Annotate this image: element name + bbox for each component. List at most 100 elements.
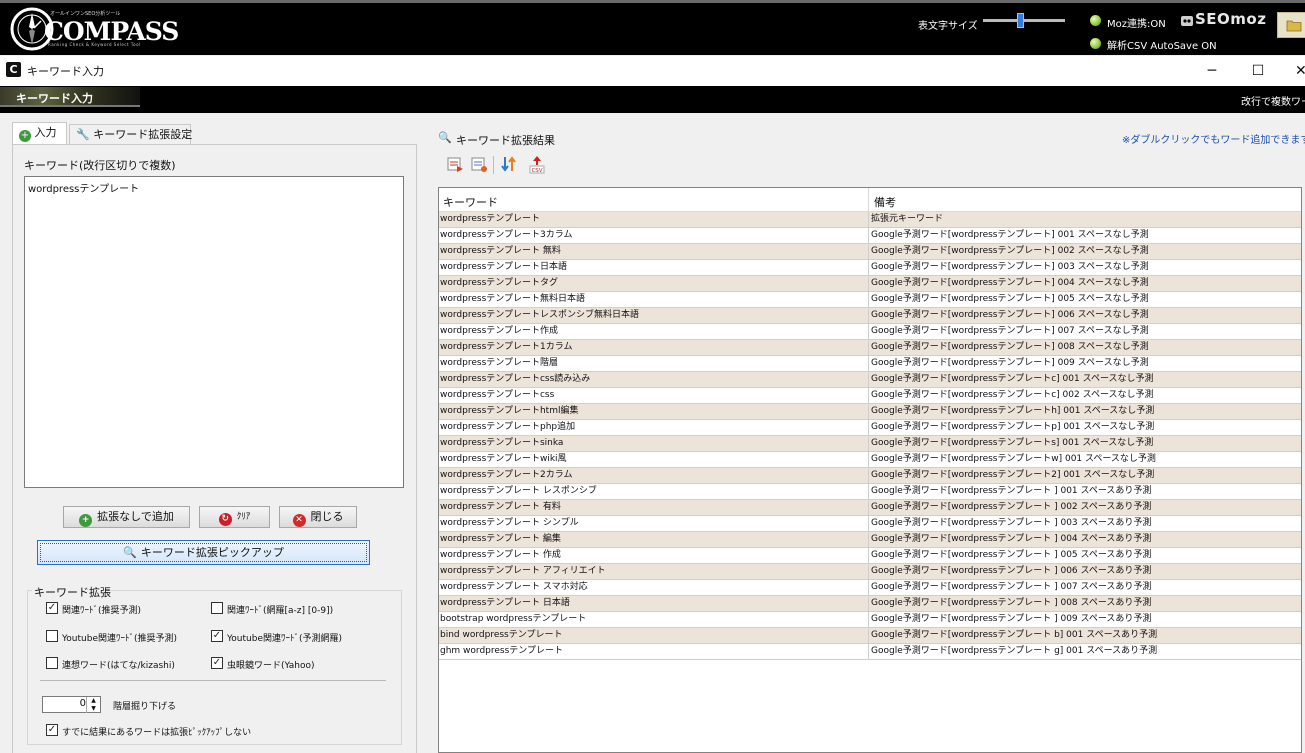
column-header-keyword[interactable]: キーワード — [443, 194, 498, 210]
table-row[interactable]: wordpressテンプレート 編集 Google予測ワード[wordpressテ… — [439, 532, 1301, 548]
font-size-slider[interactable] — [983, 19, 1065, 22]
add-all-icon[interactable] — [469, 154, 489, 174]
cell-note[interactable]: Google予測ワード[wordpressテンプレート] 008 スペースなし予… — [869, 340, 1301, 355]
cell-note[interactable]: Google予測ワード[wordpressテンプレート ] 001 スペースあり… — [869, 484, 1301, 499]
cell-note[interactable]: Google予測ワード[wordpressテンプレート] 004 スペースなし予… — [869, 276, 1301, 291]
cell-keyword[interactable]: wordpressテンプレート無料日本語 — [439, 292, 869, 307]
cell-note[interactable]: Google予測ワード[wordpressテンプレートs] 001 スペースなし… — [869, 436, 1301, 451]
skip-existing-checkbox[interactable]: ✓ — [46, 724, 58, 736]
table-row[interactable]: wordpressテンプレート2カラム Google予測ワード[wordpress… — [439, 468, 1301, 484]
cell-keyword[interactable]: wordpressテンプレート 日本語 — [439, 596, 869, 611]
cell-note[interactable]: Google予測ワード[wordpressテンプレート ] 005 スペースあり… — [869, 548, 1301, 563]
cell-keyword[interactable]: wordpressテンプレートsinka — [439, 436, 869, 451]
table-row[interactable]: wordpressテンプレートphp追加 Google予測ワード[wordpres… — [439, 420, 1301, 436]
cell-note[interactable]: Google予測ワード[wordpressテンプレート] 007 スペースなし予… — [869, 324, 1301, 339]
table-row[interactable]: wordpressテンプレート階層 Google予測ワード[wordpressテン… — [439, 356, 1301, 372]
table-row[interactable]: wordpressテンプレートcss Google予測ワード[wordpressテ… — [439, 388, 1301, 404]
cell-note[interactable]: Google予測ワード[wordpressテンプレート] 001 スペースなし予… — [869, 228, 1301, 243]
table-row[interactable]: wordpressテンプレートタグ Google予測ワード[wordpressテン… — [439, 276, 1301, 292]
cell-note[interactable]: Google予測ワード[wordpressテンプレートw] 001 スペースなし… — [869, 452, 1301, 467]
table-row[interactable]: wordpressテンプレート1カラム Google予測ワード[wordpress… — [439, 340, 1301, 356]
cell-keyword[interactable]: wordpressテンプレートcss読み込み — [439, 372, 869, 387]
table-row[interactable]: wordpressテンプレート 日本語 Google予測ワード[wordpress… — [439, 596, 1301, 612]
cell-keyword[interactable]: wordpressテンプレートcss — [439, 388, 869, 403]
table-row[interactable]: ghm wordpressテンプレート Google予測ワード[wordpress… — [439, 644, 1301, 660]
table-row[interactable]: wordpressテンプレート無料日本語 Google予測ワード[wordpres… — [439, 292, 1301, 308]
cell-note[interactable]: Google予測ワード[wordpressテンプレートc] 002 スペースなし… — [869, 388, 1301, 403]
table-row[interactable]: wordpressテンプレート 無料 Google予測ワード[wordpressテ… — [439, 244, 1301, 260]
cell-note[interactable]: Google予測ワード[wordpressテンプレート ] 002 スペースあり… — [869, 500, 1301, 515]
cell-note[interactable]: Google予測ワード[wordpressテンプレート ] 009 スペースあり… — [869, 612, 1301, 627]
keyword-textarea[interactable] — [24, 176, 404, 488]
table-row[interactable]: wordpressテンプレート作成 Google予測ワード[wordpressテン… — [439, 324, 1301, 340]
cell-keyword[interactable]: wordpressテンプレートphp追加 — [439, 420, 869, 435]
folder-button[interactable] — [1277, 12, 1305, 38]
cell-note[interactable]: Google予測ワード[wordpressテンプレート g] 001 スペースあ… — [869, 644, 1301, 659]
cell-note[interactable]: 拡張元キーワード — [869, 212, 1301, 227]
cell-note[interactable]: Google予測ワード[wordpressテンプレート] 002 スペースなし予… — [869, 244, 1301, 259]
cell-note[interactable]: Google予測ワード[wordpressテンプレート] 006 スペースなし予… — [869, 308, 1301, 323]
cell-note[interactable]: Google予測ワード[wordpressテンプレート ] 008 スペースあり… — [869, 596, 1301, 611]
table-row[interactable]: wordpressテンプレート日本語 Google予測ワード[wordpressテ… — [439, 260, 1301, 276]
cell-keyword[interactable]: wordpressテンプレート レスポンシブ — [439, 484, 869, 499]
cell-keyword[interactable]: wordpressテンプレート スマホ対応 — [439, 580, 869, 595]
option-youtube-exhaustive-checkbox[interactable]: ✓ — [211, 630, 223, 642]
maximize-button[interactable]: ☐ — [1235, 56, 1281, 86]
table-row[interactable]: wordpressテンプレートレスポンシブ無料日本語 Google予測ワード[wo… — [439, 308, 1301, 324]
table-row[interactable]: wordpressテンプレート 作成 Google予測ワード[wordpressテ… — [439, 548, 1301, 564]
tab-keyword-expand-settings[interactable]: 🔧 キーワード拡張設定 — [69, 124, 192, 144]
cell-keyword[interactable]: wordpressテンプレートタグ — [439, 276, 869, 291]
table-row[interactable]: wordpressテンプレート レスポンシブ Google予測ワード[wordpr… — [439, 484, 1301, 500]
minimize-button[interactable]: ─ — [1189, 56, 1235, 86]
spinner-down-icon[interactable]: ▼ — [86, 705, 100, 713]
tab-input[interactable]: + 入力 — [12, 122, 67, 145]
cell-keyword[interactable]: wordpressテンプレート日本語 — [439, 260, 869, 275]
cell-keyword[interactable]: wordpressテンプレート3カラム — [439, 228, 869, 243]
option-related-recommend-checkbox[interactable]: ✓ — [46, 602, 58, 614]
cell-keyword[interactable]: bootstrap wordpressテンプレート — [439, 612, 869, 627]
font-size-slider-thumb[interactable] — [1016, 13, 1024, 28]
cell-keyword[interactable]: wordpressテンプレート作成 — [439, 324, 869, 339]
table-row[interactable]: wordpressテンプレートsinka Google予測ワード[wordpres… — [439, 436, 1301, 452]
cell-keyword[interactable]: wordpressテンプレート 無料 — [439, 244, 869, 259]
close-button[interactable]: ✕ 閉じる — [279, 506, 357, 528]
table-row[interactable]: bootstrap wordpressテンプレート Google予測ワード[wor… — [439, 612, 1301, 628]
table-row[interactable]: wordpressテンプレート シンプル Google予測ワード[wordpres… — [439, 516, 1301, 532]
cell-keyword[interactable]: wordpressテンプレート — [439, 212, 869, 227]
cell-note[interactable]: Google予測ワード[wordpressテンプレート] 009 スペースなし予… — [869, 356, 1301, 371]
close-window-button[interactable]: ✕ — [1281, 56, 1305, 86]
cell-keyword[interactable]: bind wordpressテンプレート — [439, 628, 869, 643]
cell-keyword[interactable]: wordpressテンプレート 有料 — [439, 500, 869, 515]
option-yahoo-magnifier-checkbox[interactable]: ✓ — [211, 657, 223, 669]
cell-keyword[interactable]: wordpressテンプレート1カラム — [439, 340, 869, 355]
cell-keyword[interactable]: ghm wordpressテンプレート — [439, 644, 869, 659]
cell-keyword[interactable]: wordpressテンプレート階層 — [439, 356, 869, 371]
cell-note[interactable]: Google予測ワード[wordpressテンプレート ] 007 スペースあり… — [869, 580, 1301, 595]
cell-note[interactable]: Google予測ワード[wordpressテンプレート2] 001 スペースなし… — [869, 468, 1301, 483]
keyword-expand-pickup-button[interactable]: 🔍 キーワード拡張ピックアップ — [37, 540, 370, 565]
cell-note[interactable]: Google予測ワード[wordpressテンプレートh] 001 スペースなし… — [869, 404, 1301, 419]
table-row[interactable]: wordpressテンプレートwiki風 Google予測ワード[wordpres… — [439, 452, 1301, 468]
add-selected-icon[interactable] — [445, 154, 465, 174]
cell-keyword[interactable]: wordpressテンプレート 作成 — [439, 548, 869, 563]
cell-keyword[interactable]: wordpressテンプレートレスポンシブ無料日本語 — [439, 308, 869, 323]
csv-export-icon[interactable]: CSV — [527, 154, 547, 174]
cell-keyword[interactable]: wordpressテンプレートwiki風 — [439, 452, 869, 467]
cell-keyword[interactable]: wordpressテンプレートhtml編集 — [439, 404, 869, 419]
cell-note[interactable]: Google予測ワード[wordpressテンプレート ] 004 スペースあり… — [869, 532, 1301, 547]
cell-note[interactable]: Google予測ワード[wordpressテンプレート] 003 スペースなし予… — [869, 260, 1301, 275]
column-header-note[interactable]: 備考 — [874, 194, 896, 210]
cell-note[interactable]: Google予測ワード[wordpressテンプレート ] 006 スペースあり… — [869, 564, 1301, 579]
option-related-exhaustive-checkbox[interactable] — [211, 602, 223, 614]
cell-note[interactable]: Google予測ワード[wordpressテンプレート ] 003 スペースあり… — [869, 516, 1301, 531]
spinner-up-icon[interactable]: ▲ — [86, 697, 100, 705]
table-row[interactable]: wordpressテンプレートhtml編集 Google予測ワード[wordpre… — [439, 404, 1301, 420]
sort-icon[interactable] — [499, 154, 519, 174]
add-without-expansion-button[interactable]: + 拡張なしで追加 — [63, 506, 190, 528]
clear-button[interactable]: ↻ ｸﾘｱ — [199, 506, 270, 528]
cell-keyword[interactable]: wordpressテンプレート2カラム — [439, 468, 869, 483]
table-row[interactable]: wordpressテンプレート3カラム Google予測ワード[wordpress… — [439, 228, 1301, 244]
cell-keyword[interactable]: wordpressテンプレート シンプル — [439, 516, 869, 531]
depth-value[interactable]: 0 — [42, 698, 86, 709]
table-row[interactable]: wordpressテンプレート スマホ対応 Google予測ワード[wordpre… — [439, 580, 1301, 596]
